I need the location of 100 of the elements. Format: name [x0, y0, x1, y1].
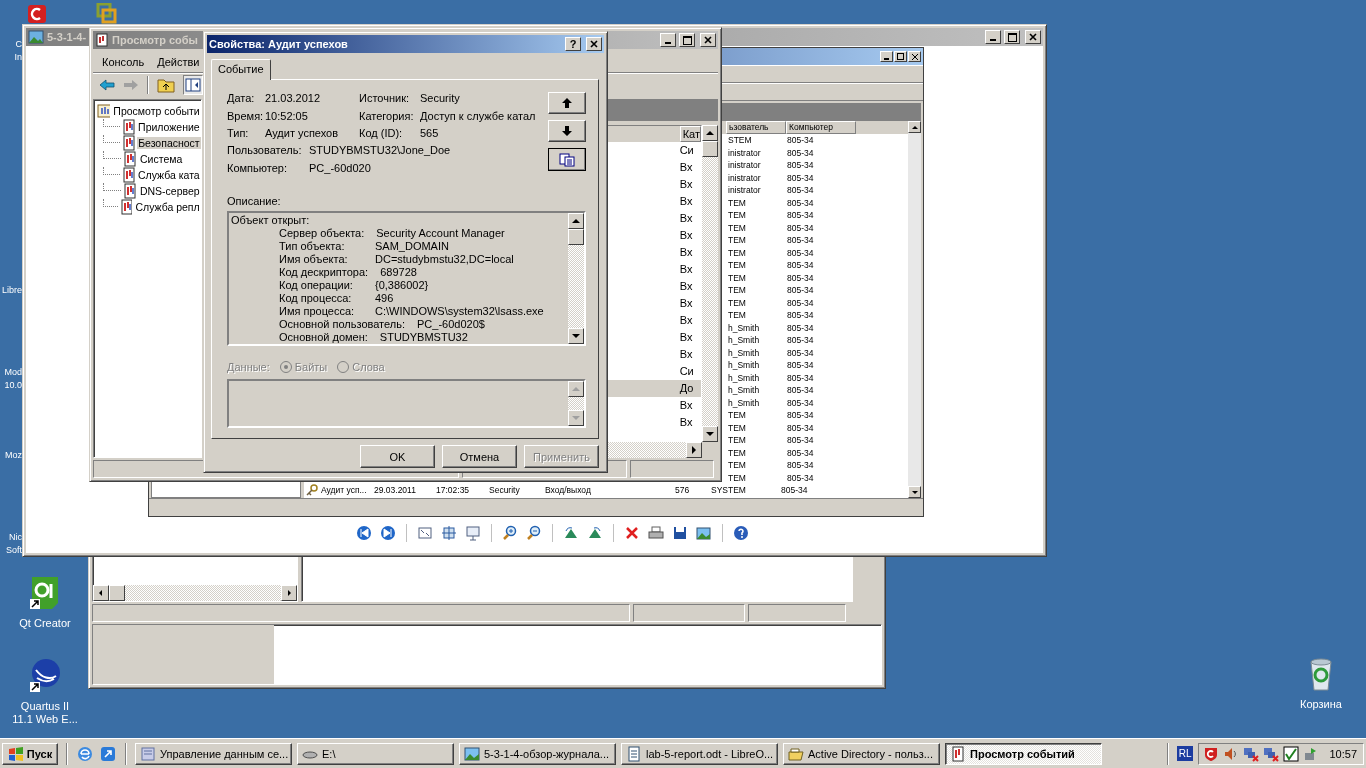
desktop-icon-label[interactable]: 10.0: [4, 379, 22, 392]
desktop-icon-label[interactable]: In: [14, 51, 22, 64]
tree-item[interactable]: Безопасност: [137, 137, 201, 149]
app-icon[interactable]: [27, 3, 47, 25]
save-icon[interactable]: [672, 525, 688, 541]
fit-icon[interactable]: [417, 525, 433, 541]
table-cell-text: 805-34: [787, 384, 815, 397]
tree-item[interactable]: DNS-сервер: [138, 185, 201, 197]
log-icon: [95, 33, 109, 47]
desktop-icon-label[interactable]: Nic: [9, 531, 22, 544]
taskbar-button[interactable]: Просмотр событий: [945, 742, 1102, 765]
zoom-in-icon[interactable]: [502, 525, 518, 541]
maximize-icon: [1007, 32, 1017, 42]
desktop-icon-label[interactable]: C: [15, 38, 22, 51]
rotate-left-icon[interactable]: [563, 525, 579, 541]
shortcut-label[interactable]: Qt Creator: [19, 617, 71, 630]
scrollbar-thumb[interactable]: [109, 585, 125, 601]
panel-toggle-button[interactable]: [183, 75, 203, 95]
folder-icon: [788, 745, 804, 762]
back-arrow-icon[interactable]: [99, 77, 115, 93]
scroll-arrow-button[interactable]: [702, 125, 718, 141]
scroll-arrow-button[interactable]: [568, 212, 584, 229]
previous-button[interactable]: [548, 92, 586, 114]
help-button[interactable]: ?: [565, 37, 581, 51]
scroll-arrow-button[interactable]: [686, 442, 702, 458]
description-value: Security Account Manager: [376, 226, 505, 240]
checkmark-icon[interactable]: [1283, 745, 1300, 762]
table-cell-text: h_Smith: [728, 384, 761, 397]
mail-icon[interactable]: [99, 744, 117, 763]
tree-item[interactable]: Служба репл: [134, 201, 201, 213]
shortcut-label[interactable]: 11.1 Web E...: [12, 713, 78, 726]
column-header[interactable]: Кат: [679, 126, 701, 142]
taskbar-button[interactable]: Управление данным се...: [135, 742, 292, 765]
scroll-arrow-button[interactable]: [281, 585, 297, 601]
tree-item[interactable]: Система: [139, 153, 184, 165]
scroll-arrow-button[interactable]: [93, 585, 109, 601]
table-cell-text: 805-34: [787, 196, 815, 209]
previous-icon[interactable]: [356, 525, 372, 541]
browser-icon[interactable]: [76, 744, 94, 763]
table-cell-text: 17:02:35: [436, 484, 471, 497]
field-label: Пользователь:: [227, 142, 303, 158]
table-cell-text: Вх: [679, 177, 693, 192]
table-cell-text: 805-34: [787, 271, 815, 284]
scroll-down-icon: [706, 430, 714, 438]
help-icon[interactable]: [733, 525, 749, 541]
close-icon: [1029, 33, 1037, 41]
log-icon: [123, 151, 137, 167]
rotate-right-icon[interactable]: [587, 525, 603, 541]
shortcut-label[interactable]: Quartus II: [20, 700, 70, 713]
menu-item[interactable]: Консоль: [102, 55, 145, 68]
copy-button[interactable]: [548, 148, 586, 171]
app-icon[interactable]: [28, 658, 62, 694]
table-cell-text: h_Smith: [728, 334, 761, 347]
table-cell-text: Вх: [679, 347, 693, 362]
tab[interactable]: Событие: [211, 59, 271, 80]
network-error-icon[interactable]: [1243, 745, 1260, 762]
shortcut-label[interactable]: Корзина: [1300, 698, 1342, 711]
log-icon: [950, 745, 966, 762]
desktop-icon-label[interactable]: Soft: [6, 544, 22, 557]
taskbar-button[interactable]: 5-3-1-4-обзор-журнала...: [459, 742, 616, 765]
printer-icon[interactable]: [648, 525, 664, 541]
taskbar-button[interactable]: Active Directory - польз...: [783, 742, 940, 765]
taskbar-button[interactable]: E:\: [297, 742, 454, 765]
taskbar-button[interactable]: lab-5-report.odt - LibreO...: [621, 742, 778, 765]
table-cell-text: TEM: [728, 246, 747, 259]
dialog-button[interactable]: OK: [360, 445, 435, 468]
scrollbar-thumb[interactable]: [702, 141, 718, 157]
shield-icon[interactable]: [1203, 745, 1220, 762]
tree-item[interactable]: Приложение: [137, 121, 201, 133]
desktop-icon-label[interactable]: Moz: [5, 449, 22, 462]
slideshow-icon[interactable]: [465, 525, 481, 541]
desktop-icon-label[interactable]: Libre: [2, 284, 22, 297]
description-value: 689728: [380, 265, 417, 279]
table-cell-text: 805-34: [787, 146, 815, 159]
desktop-icon-label[interactable]: Mod: [4, 366, 22, 379]
actual-size-icon[interactable]: [441, 525, 457, 541]
tree-item[interactable]: Просмотр событи: [112, 104, 201, 117]
copy-icon: [559, 152, 575, 167]
tree-item[interactable]: Служба ката: [136, 169, 201, 181]
description-label: Основной пользователь:: [279, 317, 405, 331]
table-cell-text: h_Smith: [728, 396, 761, 409]
zoom-out-icon[interactable]: [526, 525, 542, 541]
menu-item[interactable]: Действи: [157, 55, 200, 68]
language-indicator[interactable]: RL: [1176, 746, 1194, 761]
image-icon[interactable]: [696, 525, 712, 541]
field-label: Дата:: [227, 92, 256, 106]
next-icon[interactable]: [380, 525, 396, 541]
down-arrow-icon: [562, 126, 572, 136]
folder-up-icon[interactable]: [157, 77, 175, 93]
start-button[interactable]: Пуск: [2, 742, 58, 765]
table-cell-text: TEM: [728, 459, 747, 472]
table-cell: 805-34: [781, 484, 808, 497]
scroll-arrow-button[interactable]: [702, 426, 718, 442]
network-error-icon[interactable]: [1263, 745, 1280, 762]
dialog-button[interactable]: Отмена: [442, 445, 517, 468]
delete-icon[interactable]: [624, 525, 640, 541]
close-button[interactable]: [586, 37, 602, 51]
description-value: C:\WINDOWS\system32\lsass.exe: [375, 304, 544, 318]
table-cell-text: 576: [675, 484, 691, 497]
next-button[interactable]: [548, 120, 586, 142]
